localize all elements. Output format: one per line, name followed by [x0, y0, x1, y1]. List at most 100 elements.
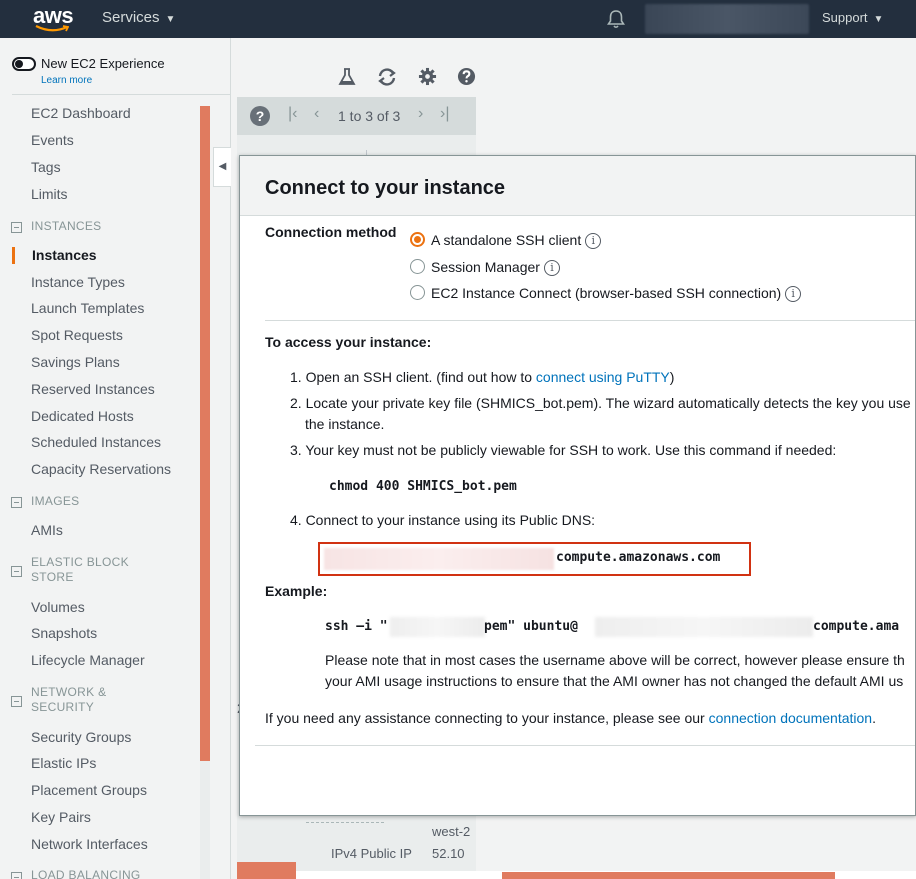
sidebar-item-ec2-dashboard[interactable]: EC2 Dashboard	[31, 105, 131, 121]
sidebar-item-amis[interactable]: AMIs	[31, 522, 63, 538]
section-network-line2[interactable]: SECURITY	[31, 700, 94, 715]
public-dns-suffix[interactable]: compute.amazonaws.com	[556, 550, 720, 565]
detail-divider	[306, 822, 384, 823]
connection-method-label: Connection method	[265, 224, 397, 240]
detail-region-value: west-2	[432, 824, 471, 839]
modal-footer-divider	[255, 745, 915, 746]
ipv4-public-ip-label: IPv4 Public IP	[331, 846, 412, 861]
example-ssh-part2[interactable]: pem" ubuntu@	[484, 619, 578, 634]
caret-down-icon: ▼	[873, 14, 884, 25]
section-collapse-icon[interactable]	[11, 696, 22, 707]
bottom-scroll-indicator[interactable]	[237, 862, 296, 879]
example-ssh-part1[interactable]: ssh –i "	[325, 619, 388, 634]
sidebar-item-instance-types[interactable]: Instance Types	[31, 274, 125, 290]
gear-icon[interactable]	[418, 67, 437, 86]
account-menu-redacted[interactable]	[645, 4, 809, 34]
section-collapse-icon[interactable]	[11, 566, 22, 577]
note-line2: your AMI usage instructions to ensure th…	[325, 673, 904, 689]
ipv4-public-ip-value: 52.10	[432, 846, 465, 861]
learn-more-link[interactable]: Learn more	[41, 75, 92, 86]
sidebar-item-limits[interactable]: Limits	[31, 186, 68, 202]
support-menu[interactable]: Support ▼	[822, 10, 883, 25]
modal-header: Connect to your instance	[240, 156, 915, 216]
new-experience-toggle[interactable]	[12, 57, 36, 71]
sidebar-item-snapshots[interactable]: Snapshots	[31, 625, 97, 641]
note-line1: Please note that in most cases the usern…	[325, 652, 905, 668]
step-3: 3. Your key must not be publicly viewabl…	[290, 442, 837, 458]
radio-session-manager[interactable]	[410, 259, 425, 274]
prev-page-icon[interactable]: ‹	[314, 105, 319, 123]
bell-icon[interactable]	[606, 8, 626, 30]
sidebar-item-launch-templates[interactable]: Launch Templates	[31, 300, 144, 316]
top-navigation-bar: aws Services ▼ Support ▼	[0, 0, 916, 38]
key-name-redacted	[390, 617, 485, 637]
putty-link[interactable]: connect using PuTTY	[536, 369, 670, 385]
sidebar-item-savings-plans[interactable]: Savings Plans	[31, 354, 120, 370]
example-ssh-part3[interactable]: compute.ama	[813, 619, 899, 634]
flask-icon[interactable]	[338, 67, 356, 87]
public-dns-redacted	[324, 548, 554, 570]
section-images[interactable]: IMAGES	[31, 494, 79, 509]
section-ebs-line1[interactable]: ELASTIC BLOCK	[31, 555, 129, 570]
pagination-help-icon[interactable]: ?	[250, 106, 270, 126]
step-4: 4. Connect to your instance using its Pu…	[290, 512, 596, 528]
sidebar-item-scheduled-instances[interactable]: Scheduled Instances	[31, 434, 161, 450]
help-text: If you need any assistance connecting to…	[265, 710, 876, 726]
toggle-label: New EC2 Experience	[41, 56, 165, 71]
step-2-line2: the instance.	[305, 416, 385, 432]
info-icon[interactable]: i	[585, 233, 602, 249]
sidebar-item-dedicated-hosts[interactable]: Dedicated Hosts	[31, 408, 134, 424]
sidebar-scrollbar-thumb[interactable]	[200, 106, 210, 761]
section-collapse-icon[interactable]	[11, 222, 22, 233]
section-collapse-icon[interactable]	[11, 497, 22, 508]
refresh-icon[interactable]	[376, 67, 398, 87]
sidebar-item-elastic-ips[interactable]: Elastic IPs	[31, 755, 96, 771]
modal-title: Connect to your instance	[265, 177, 506, 199]
sidebar-item-spot-requests[interactable]: Spot Requests	[31, 327, 123, 343]
first-page-icon[interactable]: |‹	[288, 105, 297, 123]
info-icon[interactable]: i	[785, 286, 802, 302]
sidebar-item-capacity-reservations[interactable]: Capacity Reservations	[31, 461, 171, 477]
sidebar-item-instances[interactable]: Instances	[32, 247, 97, 263]
pagination-text: 1 to 3 of 3	[338, 108, 401, 124]
modal-divider	[265, 320, 915, 321]
bottom-scroll-thumb[interactable]	[502, 872, 835, 879]
section-load-balancing[interactable]: LOAD BALANCING	[31, 868, 141, 879]
sidebar-item-reserved-instances[interactable]: Reserved Instances	[31, 381, 155, 397]
option-session-manager-label: Session Manager	[431, 259, 540, 275]
step-1-close: )	[669, 369, 675, 385]
step-1: 1. Open an SSH client. (find out how to …	[290, 369, 674, 385]
section-instances[interactable]: INSTANCES	[31, 219, 102, 234]
example-label: Example:	[265, 583, 328, 599]
step-2-line1: 2. Locate your private key file (SHMICS_…	[290, 395, 911, 411]
sidebar-item-lifecycle-manager[interactable]: Lifecycle Manager	[31, 652, 145, 668]
next-page-icon[interactable]: ›	[418, 105, 423, 123]
access-heading: To access your instance:	[265, 334, 432, 350]
active-indicator	[12, 247, 15, 264]
section-ebs-line2[interactable]: STORE	[31, 570, 74, 585]
sidebar-item-key-pairs[interactable]: Key Pairs	[31, 809, 91, 825]
info-icon[interactable]: i	[543, 260, 560, 276]
sidebar-item-volumes[interactable]: Volumes	[31, 599, 85, 615]
connect-instance-modal: Connect to your instance Connection meth…	[239, 155, 916, 816]
chevron-left-icon: ◀	[218, 161, 227, 172]
sidebar: New EC2 Experience Learn more EC2 Dashbo…	[0, 38, 231, 879]
last-page-icon[interactable]: ›|	[440, 105, 449, 123]
sidebar-item-security-groups[interactable]: Security Groups	[31, 729, 131, 745]
public-dns-highlight: compute.amazonaws.com	[318, 542, 751, 576]
aws-smile-icon	[35, 25, 69, 32]
radio-ssh-client[interactable]	[410, 232, 425, 247]
sidebar-item-network-interfaces[interactable]: Network Interfaces	[31, 836, 148, 852]
help-icon[interactable]	[457, 67, 476, 86]
sidebar-collapse-button[interactable]: ◀	[213, 147, 231, 187]
chmod-command[interactable]: chmod 400 SHMICS_bot.pem	[329, 479, 517, 494]
radio-instance-connect[interactable]	[410, 285, 425, 300]
sidebar-item-placement-groups[interactable]: Placement Groups	[31, 782, 147, 798]
sidebar-item-tags[interactable]: Tags	[31, 159, 61, 175]
sidebar-item-events[interactable]: Events	[31, 132, 74, 148]
section-collapse-icon[interactable]	[11, 872, 22, 879]
section-network-line1[interactable]: NETWORK &	[31, 685, 106, 700]
services-menu[interactable]: Services ▼	[102, 9, 175, 26]
hostname-redacted	[595, 617, 813, 637]
connection-documentation-link[interactable]: connection documentation	[709, 710, 872, 726]
